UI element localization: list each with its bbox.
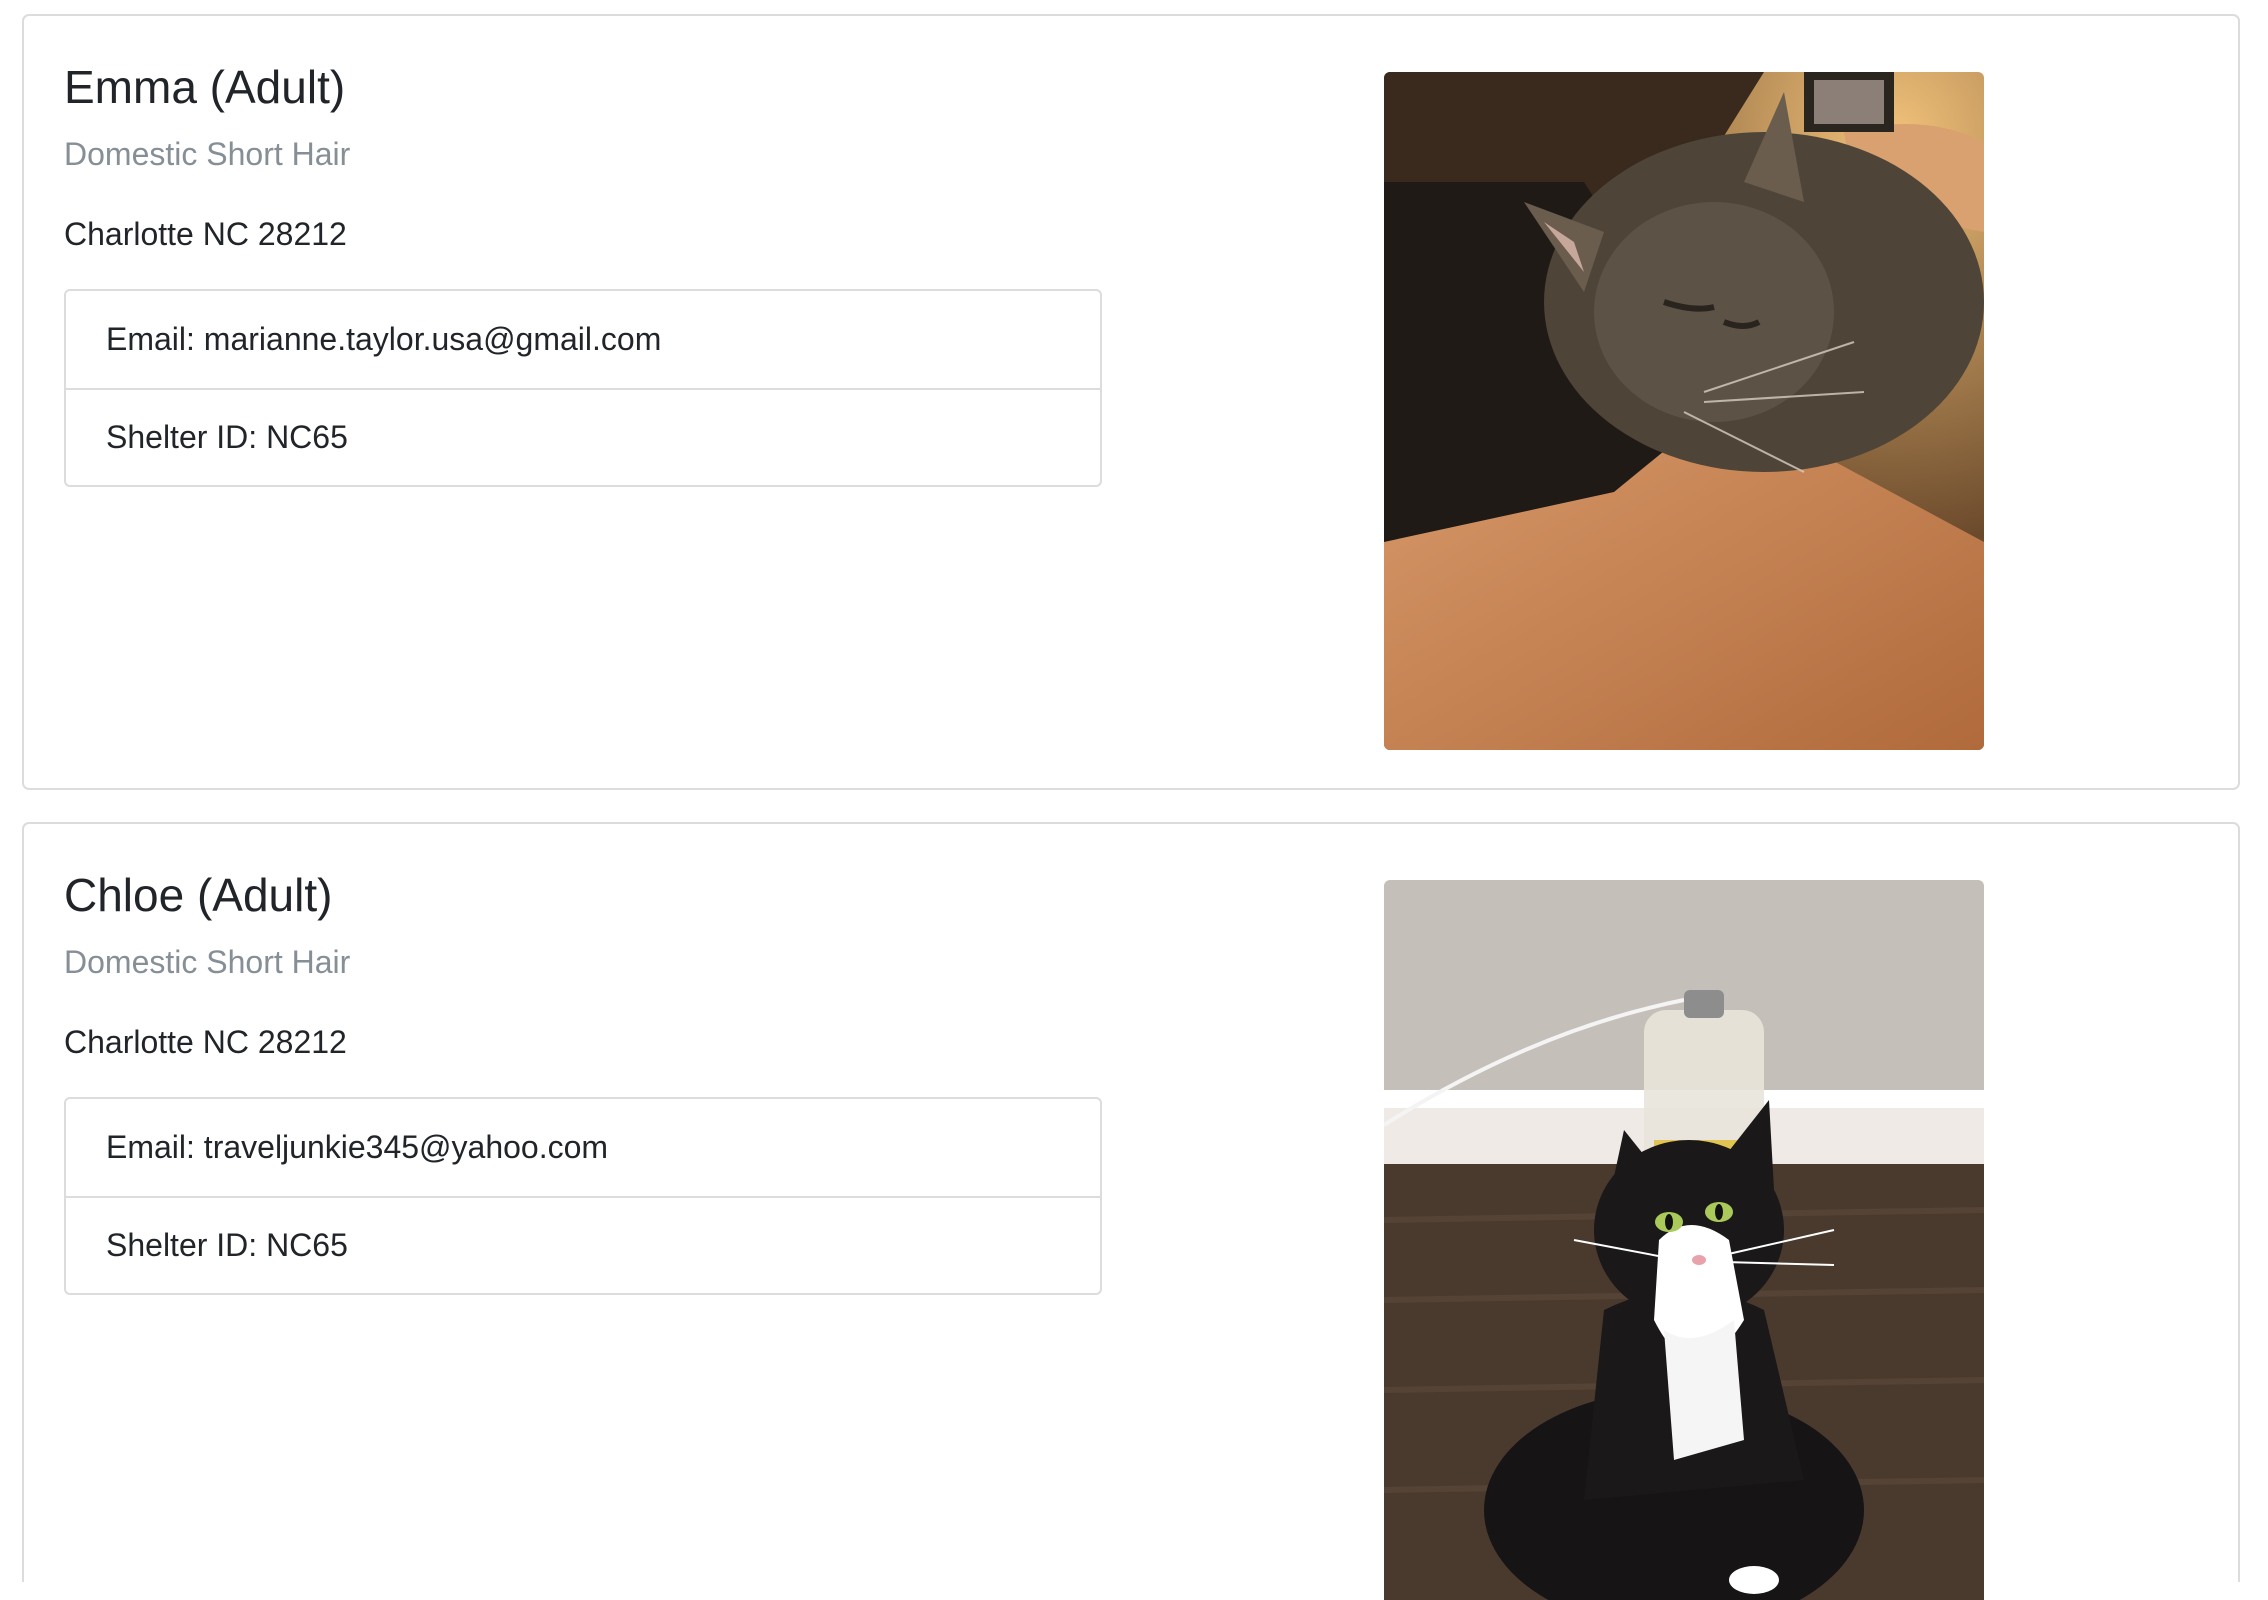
pet-location: Charlotte NC 28212 bbox=[64, 216, 347, 252]
gray-tabby-cat-photo bbox=[1384, 72, 1984, 750]
pet-card: Chloe (Adult) Domestic Short Hair Charlo… bbox=[22, 822, 2240, 1600]
pet-location: Charlotte NC 28212 bbox=[64, 1024, 347, 1060]
pet-breed: Domestic Short Hair bbox=[64, 136, 351, 172]
contact-list: Email: marianne.taylor.usa@gmail.com She… bbox=[64, 289, 1102, 487]
pet-name: Emma (Adult) bbox=[64, 61, 346, 113]
shelter-id-item: Shelter ID: NC65 bbox=[66, 1196, 1100, 1293]
pet-photo bbox=[1384, 880, 1984, 1600]
tuxedo-cat-photo bbox=[1384, 880, 1984, 1600]
pet-photo bbox=[1384, 72, 1984, 750]
email-item: Email: traveljunkie345@yahoo.com bbox=[106, 1129, 609, 1165]
pet-name: Chloe (Adult) bbox=[64, 869, 333, 921]
pet-card: Emma (Adult) Domestic Short Hair Charlot… bbox=[22, 14, 2240, 790]
contact-list: Email: traveljunkie345@yahoo.com Shelter… bbox=[64, 1097, 1102, 1295]
shelter-id-item: Shelter ID: NC65 bbox=[66, 388, 1100, 485]
email-item: Email: marianne.taylor.usa@gmail.com bbox=[106, 321, 662, 357]
pet-breed: Domestic Short Hair bbox=[64, 944, 351, 980]
